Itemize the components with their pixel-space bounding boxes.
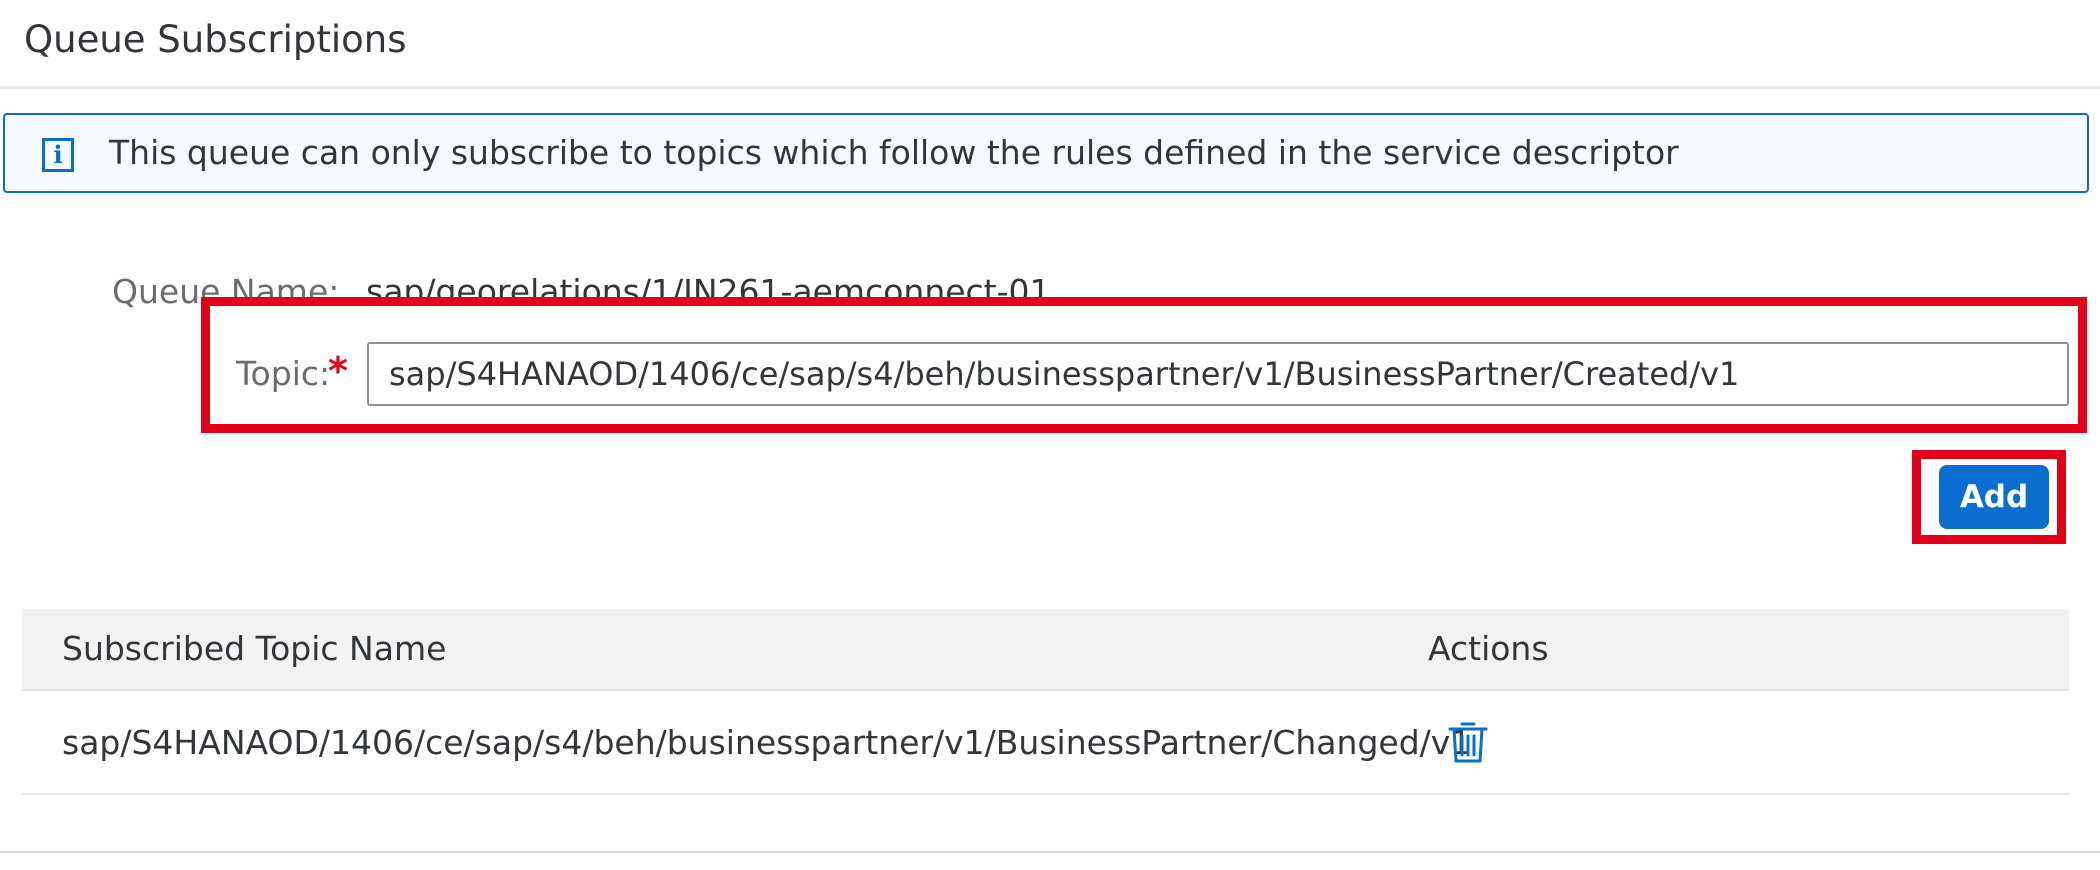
- topic-label: Topic:: [236, 354, 331, 393]
- page-header: Queue Subscriptions: [0, 0, 2100, 89]
- delete-button[interactable]: [1446, 719, 1490, 765]
- info-message-strip: i This queue can only subscribe to topic…: [3, 113, 2089, 193]
- page-title: Queue Subscriptions: [24, 18, 407, 61]
- add-button[interactable]: Add: [1939, 465, 2049, 529]
- subscriptions-table: Subscribed Topic Name Actions sap/S4HANA…: [22, 609, 2069, 795]
- subscribed-topic-name: sap/S4HANAOD/1406/ce/sap/s4/beh/business…: [62, 723, 1472, 762]
- required-marker: *: [328, 349, 348, 393]
- info-message-text: This queue can only subscribe to topics …: [109, 133, 1679, 172]
- table-row: sap/S4HANAOD/1406/ce/sap/s4/beh/business…: [22, 691, 2069, 795]
- table-header: Subscribed Topic Name Actions: [22, 609, 2069, 691]
- column-header-subscribed-topic-name: Subscribed Topic Name: [62, 629, 447, 668]
- info-icon: i: [42, 138, 74, 172]
- bottom-divider: [0, 851, 2100, 853]
- column-header-actions: Actions: [1428, 629, 1549, 668]
- trash-icon: [1448, 722, 1488, 763]
- topic-input[interactable]: [367, 342, 2069, 406]
